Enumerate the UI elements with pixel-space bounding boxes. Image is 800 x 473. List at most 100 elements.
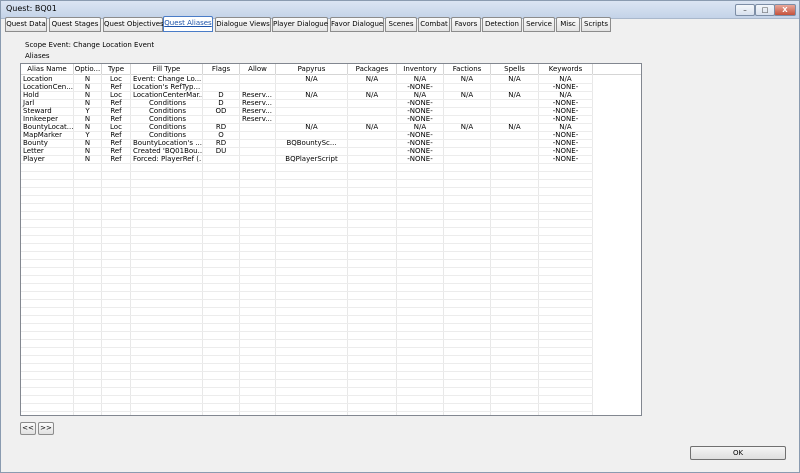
cell-keywords: N/A	[559, 75, 572, 83]
row-divider	[21, 283, 593, 284]
tab-favor-dialogue[interactable]: Favor Dialogue	[330, 17, 384, 32]
row-divider	[21, 203, 593, 204]
close-button[interactable]: X	[774, 4, 796, 16]
cell-papyrus	[276, 107, 347, 115]
cell-fill-type: Conditions	[148, 131, 187, 139]
cell-keywords: -NONE-	[552, 83, 579, 91]
cell-allow	[240, 131, 275, 139]
table-row[interactable]: Jarl N Ref Conditions D Reserv... -NONE- -NONE-	[21, 99, 593, 107]
tab-detection[interactable]: Detection	[482, 17, 522, 32]
cell-papyrus: N/A	[305, 123, 318, 131]
tab-scripts[interactable]: Scripts	[581, 17, 611, 32]
cell-packages: N/A	[365, 123, 379, 131]
cell-factions	[444, 155, 490, 163]
row-divider	[21, 299, 593, 300]
table-row[interactable]: MapMarker Y Ref Conditions O -NONE- -NONE-	[21, 131, 593, 139]
tab-combat[interactable]: Combat	[418, 17, 450, 32]
tab-scenes[interactable]: Scenes	[385, 17, 417, 32]
row-divider	[21, 291, 593, 292]
cell-factions: N/A	[460, 91, 474, 99]
cell-papyrus	[276, 131, 347, 139]
cell-fill-type: Conditions	[148, 99, 187, 107]
cell-allow	[240, 147, 275, 155]
row-divider	[21, 187, 593, 188]
tab-quest-data[interactable]: Quest Data	[5, 17, 47, 32]
cell-packages	[348, 107, 396, 115]
column-header-fill-type[interactable]: Fill Type	[131, 64, 203, 74]
maximize-button[interactable]: □	[755, 4, 775, 16]
cell-type: Ref	[110, 131, 122, 139]
cell-keywords: -NONE-	[552, 147, 579, 155]
cell-inventory: -NONE-	[407, 155, 433, 163]
row-divider	[21, 371, 593, 372]
cell-keywords: N/A	[559, 123, 572, 131]
table-row[interactable]: Location N Loc Event: Change Lo... N/A N/A N/A…	[21, 75, 593, 83]
row-divider	[21, 387, 593, 388]
cell-flags: RD	[215, 123, 227, 131]
cell-keywords: -NONE-	[552, 155, 579, 163]
cell-optional: N	[84, 99, 91, 107]
tab-player-dialogue[interactable]: Player Dialogue	[272, 17, 328, 32]
row-divider	[21, 307, 593, 308]
table-row[interactable]: Bounty N Ref BountyLocation's ... RD BQBounty…	[21, 139, 593, 147]
table-row[interactable]: LocationCen... N Ref Location's RefTyp... -N…	[21, 83, 593, 91]
ok-button[interactable]: OK	[690, 446, 786, 460]
next-page-button[interactable]: >>	[38, 422, 54, 435]
cell-fill-type: Forced: PlayerRef (...	[133, 155, 202, 163]
quest-window: Quest: BQ01 – □ X Quest Data Quest Stage…	[0, 0, 800, 473]
column-header-keywords[interactable]: Keywords	[539, 64, 593, 74]
tab-dialogue-views[interactable]: Dialogue Views	[215, 17, 271, 32]
cell-fill-type: Conditions	[148, 107, 187, 115]
cell-inventory: -NONE-	[407, 131, 433, 139]
cell-keywords: N/A	[559, 91, 572, 99]
table-row[interactable]: BountyLocat... N Loc Conditions RD N/A N/A N/A N…	[21, 123, 593, 131]
cell-fill-type: Conditions	[148, 115, 187, 123]
column-header-allow[interactable]: Allow	[240, 64, 276, 74]
column-header-alias-name[interactable]: Alias Name	[21, 64, 74, 74]
tab-quest-stages[interactable]: Quest Stages	[49, 17, 101, 32]
row-divider	[21, 339, 593, 340]
cell-papyrus: BQPlayerScript	[285, 155, 338, 163]
cell-optional: N	[84, 155, 91, 163]
cell-flags	[203, 83, 239, 91]
cell-fill-type: Conditions	[148, 123, 187, 131]
row-divider	[21, 163, 593, 164]
column-header-packages[interactable]: Packages	[348, 64, 397, 74]
cell-inventory: -NONE-	[407, 83, 433, 91]
column-header-type[interactable]: Type	[102, 64, 131, 74]
minimize-button[interactable]: –	[735, 4, 755, 16]
cell-factions: N/A	[460, 75, 474, 83]
column-header-factions[interactable]: Factions	[444, 64, 491, 74]
row-divider	[21, 171, 593, 172]
cell-flags: OD	[215, 107, 227, 115]
cell-optional: Y	[85, 131, 90, 139]
cell-papyrus: N/A	[305, 91, 318, 99]
tab-quest-objectives[interactable]: Quest Objectives	[103, 17, 164, 32]
cell-alias-name: BountyLocat...	[23, 123, 73, 131]
table-row[interactable]: Hold N Loc LocationCenterMar... D Reserv... N/…	[21, 91, 593, 99]
cell-spells: N/A	[508, 75, 521, 83]
cell-type: Ref	[110, 99, 122, 107]
column-header-optional[interactable]: Optio...	[74, 64, 102, 74]
row-divider	[21, 331, 593, 332]
column-header-flags[interactable]: Flags	[203, 64, 240, 74]
table-row[interactable]: Innkeeper N Ref Conditions Reserv... -NONE- -N…	[21, 115, 593, 123]
tab-favors[interactable]: Favors	[451, 17, 481, 32]
tab-misc[interactable]: Misc	[556, 17, 580, 32]
cell-alias-name: Hold	[23, 91, 39, 99]
cell-flags	[203, 155, 239, 163]
table-row[interactable]: Steward Y Ref Conditions OD Reserv... -NONE- -N…	[21, 107, 593, 115]
cell-packages	[348, 83, 396, 91]
row-divider	[21, 395, 593, 396]
column-header-spells[interactable]: Spells	[491, 64, 539, 74]
tab-service[interactable]: Service	[523, 17, 555, 32]
cell-fill-type: LocationCenterMar...	[133, 91, 202, 99]
prev-page-button[interactable]: <<	[20, 422, 36, 435]
table-row[interactable]: Letter N Ref Created 'BQ01Bou... DU -NONE- -NO…	[21, 147, 593, 155]
column-header-inventory[interactable]: Inventory	[397, 64, 444, 74]
cell-packages	[348, 155, 396, 163]
tab-quest-aliases[interactable]: Quest Aliases	[163, 16, 213, 32]
table-row[interactable]: Player N Ref Forced: PlayerRef (... BQPlayer…	[21, 155, 593, 163]
column-header-papyrus[interactable]: Papyrus	[276, 64, 348, 74]
aliases-list[interactable]: Alias Name Optio... Type Fill Type Flags Allo…	[20, 63, 642, 416]
